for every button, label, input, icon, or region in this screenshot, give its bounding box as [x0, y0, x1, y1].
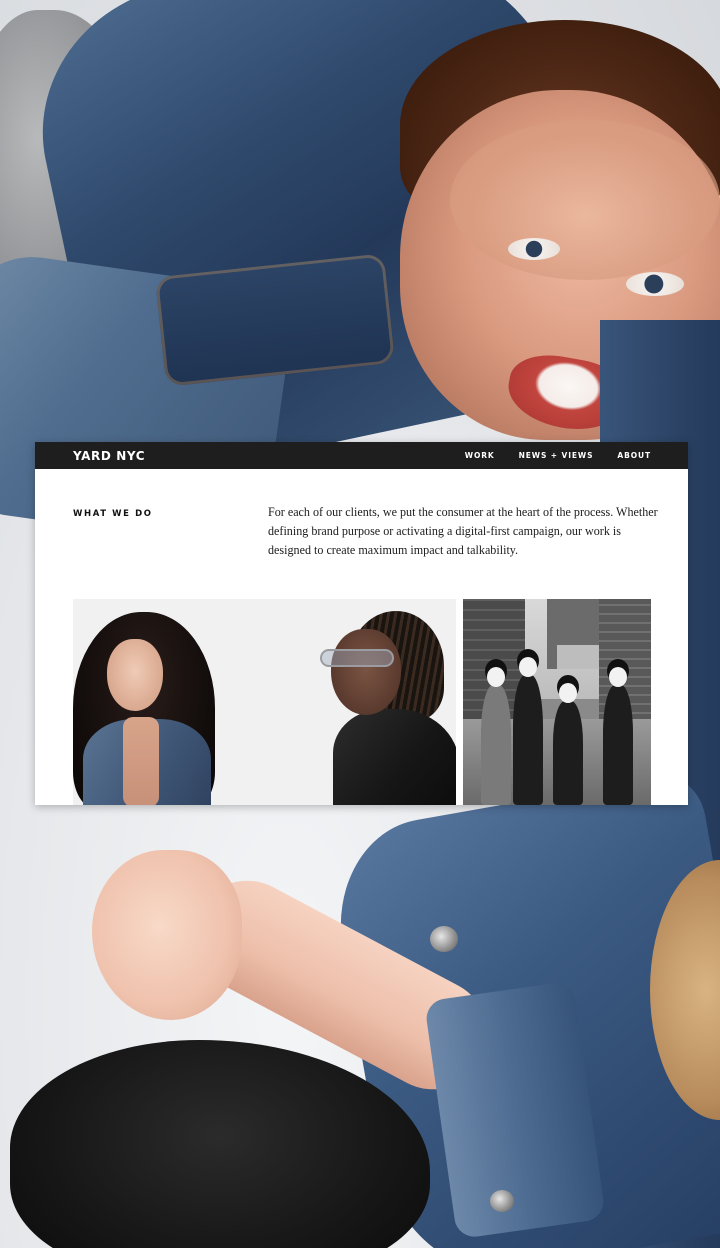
band-member	[553, 683, 583, 805]
left-eye	[508, 238, 560, 260]
nav-news-views[interactable]: NEWS + VIEWS	[519, 451, 594, 460]
nav-about[interactable]: ABOUT	[617, 451, 651, 460]
site-logo[interactable]: YARD NYC	[73, 449, 145, 463]
cher-neck	[123, 717, 159, 805]
forehead	[450, 120, 720, 280]
work-tile-cher-future[interactable]	[73, 599, 456, 805]
section-body: For each of our clients, we put the cons…	[268, 505, 658, 557]
website-preview-card: YARD NYC WORK NEWS + VIEWS ABOUT WHAT WE…	[35, 442, 688, 805]
man-face	[331, 629, 401, 715]
site-nav: WORK NEWS + VIEWS ABOUT	[465, 451, 651, 460]
sunglasses-icon	[320, 649, 394, 667]
band-member	[513, 657, 543, 805]
jacket-button	[490, 1190, 514, 1212]
cher-face	[107, 639, 163, 711]
site-header: YARD NYC WORK NEWS + VIEWS ABOUT	[35, 442, 688, 469]
band-member	[481, 667, 511, 805]
band-member	[603, 667, 633, 805]
right-eye	[626, 272, 684, 296]
work-tile-kiss[interactable]	[463, 599, 651, 805]
jacket-button	[430, 926, 458, 952]
section-heading: WHAT WE DO	[73, 509, 153, 519]
nav-work[interactable]: WORK	[465, 451, 495, 460]
man-leather-jacket	[333, 709, 456, 805]
